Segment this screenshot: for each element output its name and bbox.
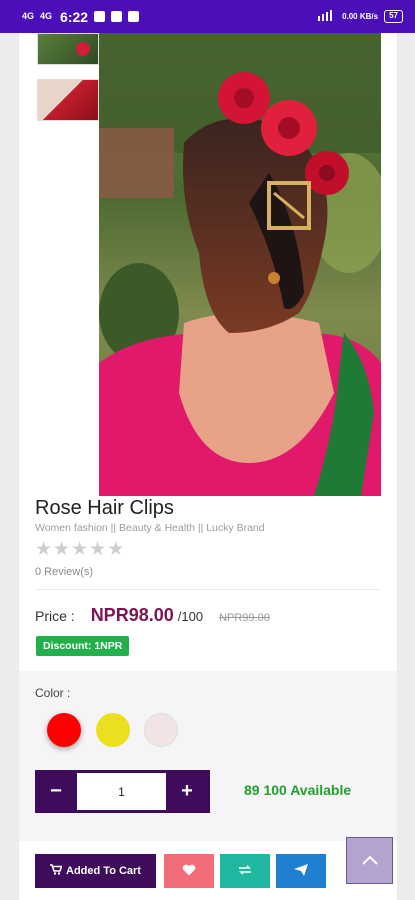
add-to-cart-button[interactable]: Added To Cart [35,854,156,888]
compare-icon [238,864,252,878]
rating-stars: ★ ★ ★ ★ ★ [35,538,124,561]
product-image[interactable] [99,33,381,496]
cart-icon [50,864,63,878]
color-label: Color : [35,686,71,700]
notification-icon [94,11,106,22]
review-count[interactable]: 0 Review(s) [35,566,93,578]
status-bar: 4G 4G 6:22 0.00 KB/s 57 [0,0,415,33]
color-swatch-red[interactable] [47,713,81,747]
heart-icon [182,864,196,879]
star-icon: ★ [71,539,89,560]
increase-quantity-button[interactable]: + [166,770,208,813]
network-indicator-1: 4G [22,11,35,21]
quantity-input[interactable] [77,773,166,810]
thumbnail-strip [37,33,99,121]
mail-icon [128,11,140,22]
price-row: Price : NPR98.00 /100 NPR99.00 [35,605,270,626]
network-indicator-2: 4G [40,11,53,21]
color-swatch-light-pink[interactable] [144,713,178,747]
star-icon: ★ [35,539,53,560]
share-button[interactable] [276,854,326,888]
chevron-up-icon [361,852,378,870]
price-label: Price : [35,608,75,624]
wishlist-button[interactable] [164,854,214,888]
divider [35,589,380,590]
old-price: NPR99.00 [219,612,270,624]
clock: 6:22 [60,8,89,25]
product-title: Rose Hair Clips [35,497,174,519]
battery-icon: 57 [384,10,403,23]
paper-plane-icon [294,863,308,879]
product-thumbnail-2[interactable] [37,79,99,121]
decrease-quantity-button[interactable]: − [35,770,77,813]
star-icon: ★ [107,539,125,560]
stock-availability: 89 100 Available [244,782,352,798]
options-section [19,671,397,841]
price-unit: /100 [177,609,204,624]
add-to-cart-label: Added To Cart [66,865,141,877]
volte-icon [318,10,336,23]
download-icon [111,11,123,22]
color-swatch-yellow[interactable] [96,713,130,747]
compare-button[interactable] [220,854,270,888]
price-value: NPR98.00 [90,605,174,625]
star-icon: ★ [53,539,71,560]
star-icon: ★ [89,539,107,560]
network-speed: 0.00 KB/s [342,12,379,21]
discount-badge: Discount: 1NPR [36,636,130,656]
scroll-to-top-button[interactable] [346,837,393,884]
quantity-stepper: − + [35,770,210,813]
product-categories[interactable]: Women fashion || Beauty & Health || Luck… [35,522,265,534]
product-thumbnail-1[interactable] [37,33,99,65]
